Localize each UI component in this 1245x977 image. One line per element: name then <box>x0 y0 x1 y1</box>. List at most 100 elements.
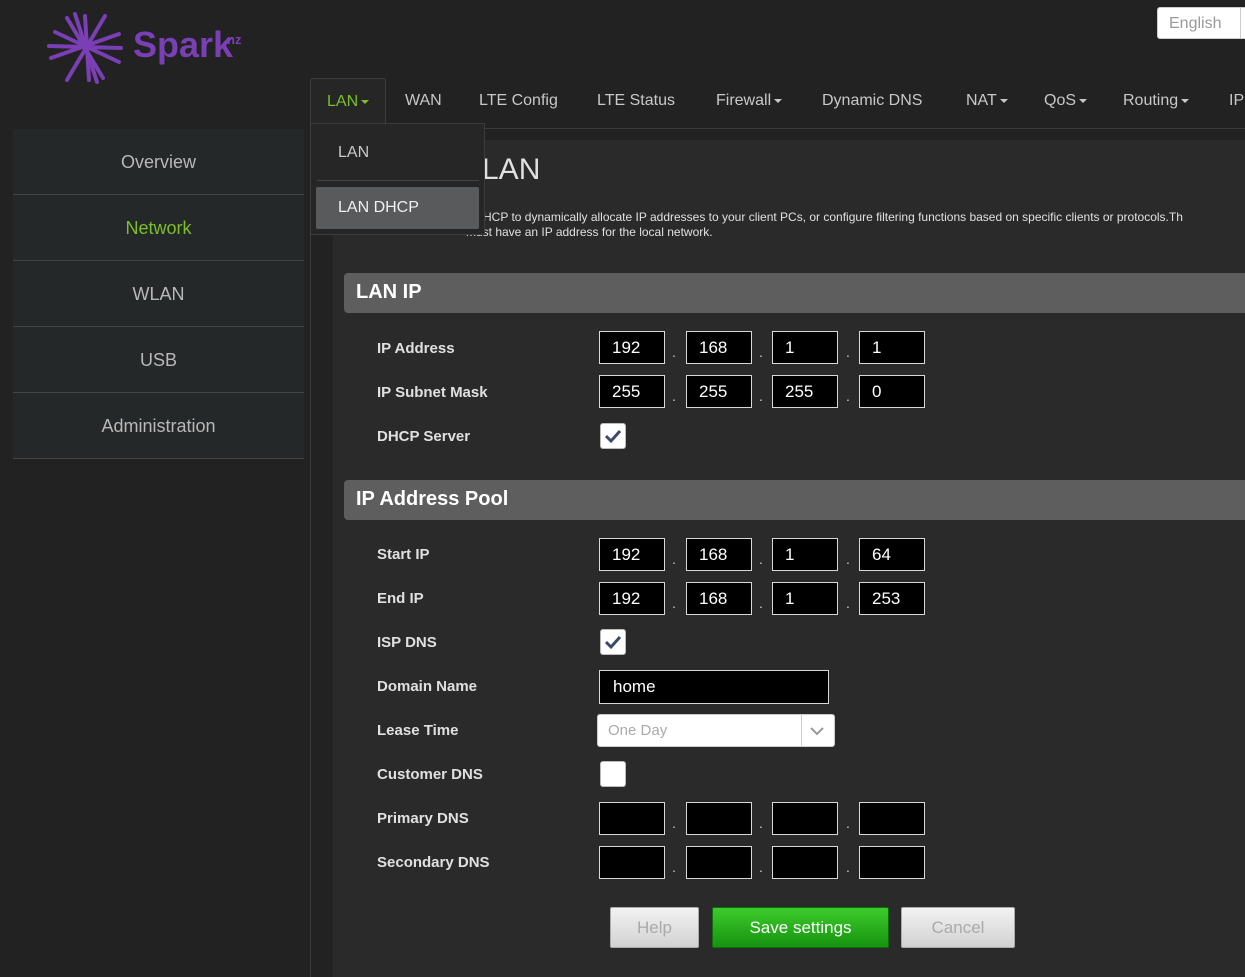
secondary-dns-octet-3[interactable] <box>772 846 838 879</box>
secondary-dns-octet-4[interactable] <box>859 846 925 879</box>
dropdown-item-lan-dhcp[interactable]: LAN DHCP <box>316 187 479 229</box>
dot-separator: . <box>846 595 850 611</box>
tab-ip[interactable]: IP <box>1229 78 1244 128</box>
customer-dns-checkbox[interactable] <box>600 761 626 787</box>
tab-nat[interactable]: NAT <box>966 78 1008 128</box>
primary-dns-octet-2[interactable] <box>686 802 752 835</box>
subnet-mask-octet-1[interactable]: 255 <box>599 375 665 408</box>
tab-lan[interactable]: LAN <box>310 78 387 129</box>
dot-separator: . <box>846 815 850 831</box>
end-ip-octet-2[interactable]: 168 <box>686 582 752 615</box>
domain-name-input[interactable]: home <box>599 670 829 704</box>
subnet-mask-octet-4[interactable]: 0 <box>859 375 925 408</box>
end-ip-octet-3[interactable]: 1 <box>772 582 838 615</box>
sidebar: Overview Network WLAN USB Administration <box>13 129 304 459</box>
dot-separator: . <box>759 859 763 875</box>
caret-down-icon <box>999 98 1008 103</box>
tab-lan-label: LAN <box>327 93 359 110</box>
dot-separator: . <box>672 388 676 404</box>
tab-routing[interactable]: Routing <box>1123 78 1190 128</box>
start-ip-octet-1[interactable]: 192 <box>599 538 665 571</box>
tab-wan-label: WAN <box>405 92 442 109</box>
tab-lte-config[interactable]: LTE Config <box>479 78 558 128</box>
tab-lte-status-label: LTE Status <box>597 92 675 109</box>
dropdown-item-lan[interactable]: LAN <box>338 144 369 162</box>
primary-dns-octet-4[interactable] <box>859 802 925 835</box>
dot-separator: . <box>846 388 850 404</box>
lan-dropdown-menu: LAN LAN DHCP <box>310 123 485 235</box>
brand-suffix: nz <box>227 32 242 47</box>
page-description: HCP to dynamically allocate IP addresses… <box>378 210 1245 240</box>
brand-name: Spark <box>133 24 234 65</box>
ip-address-octet-3[interactable]: 1 <box>772 331 838 364</box>
sidebar-item-network[interactable]: Network <box>13 195 304 261</box>
language-divider <box>1240 8 1241 38</box>
section-title: LAN IP <box>356 281 422 303</box>
sidebar-item-usb[interactable]: USB <box>13 327 304 393</box>
dot-separator: . <box>672 815 676 831</box>
tab-routing-label: Routing <box>1123 92 1179 109</box>
lease-time-select[interactable]: One Day <box>597 714 835 747</box>
tab-lte-config-label: LTE Config <box>479 92 558 109</box>
ip-address-octet-1[interactable]: 192 <box>599 331 665 364</box>
save-settings-button[interactable]: Save settings <box>712 907 889 948</box>
start-ip-octet-2[interactable]: 168 <box>686 538 752 571</box>
tab-firewall-label: Firewall <box>716 92 772 109</box>
dot-separator: . <box>846 551 850 567</box>
start-ip-octet-3[interactable]: 1 <box>772 538 838 571</box>
tab-wan[interactable]: WAN <box>405 78 442 128</box>
chevron-down-icon <box>810 727 824 736</box>
subnet-mask-label: IP Subnet Mask <box>377 384 488 401</box>
end-ip-octet-4[interactable]: 253 <box>859 582 925 615</box>
ip-address-label: IP Address <box>377 340 455 357</box>
lease-time-value: One Day <box>608 722 668 739</box>
end-ip-label: End IP <box>377 590 424 607</box>
primary-dns-label: Primary DNS <box>377 810 469 827</box>
sidebar-item-administration[interactable]: Administration <box>13 393 304 459</box>
dot-separator: . <box>759 595 763 611</box>
dot-separator: . <box>759 551 763 567</box>
help-button[interactable]: Help <box>610 907 699 948</box>
caret-down-icon <box>1181 98 1190 103</box>
caret-down-icon <box>1079 98 1088 103</box>
dot-separator: . <box>846 344 850 360</box>
caret-down-icon <box>361 99 370 104</box>
dropdown-item-label: LAN DHCP <box>338 199 419 216</box>
check-icon <box>604 429 622 444</box>
dhcp-server-checkbox[interactable] <box>600 423 626 449</box>
tab-qos[interactable]: QoS <box>1044 78 1088 128</box>
sidebar-item-overview[interactable]: Overview <box>13 129 304 195</box>
secondary-dns-octet-1[interactable] <box>599 846 665 879</box>
isp-dns-checkbox[interactable] <box>600 629 626 655</box>
cancel-button[interactable]: Cancel <box>901 907 1015 948</box>
language-select[interactable]: English <box>1157 7 1245 39</box>
dropdown-divider <box>317 180 479 181</box>
tab-qos-label: QoS <box>1044 92 1077 109</box>
language-value: English <box>1169 15 1222 32</box>
spark-logo: Spark nz <box>45 10 265 86</box>
tab-nat-label: NAT <box>966 92 997 109</box>
dot-separator: . <box>759 388 763 404</box>
sidebar-divider <box>310 128 311 977</box>
dot-separator: . <box>759 344 763 360</box>
section-lan-ip: LAN IP <box>344 273 1245 313</box>
start-ip-label: Start IP <box>377 546 430 563</box>
start-ip-octet-4[interactable]: 64 <box>859 538 925 571</box>
tab-dynamic-dns[interactable]: Dynamic DNS <box>822 78 922 128</box>
sidebar-item-wlan[interactable]: WLAN <box>13 261 304 327</box>
end-ip-octet-1[interactable]: 192 <box>599 582 665 615</box>
description-line-2: must have an IP address for the local ne… <box>466 225 713 239</box>
subnet-mask-octet-2[interactable]: 255 <box>686 375 752 408</box>
section-ip-address-pool: IP Address Pool <box>344 480 1245 520</box>
tab-ip-label: IP <box>1229 92 1245 109</box>
ip-address-octet-2[interactable]: 168 <box>686 331 752 364</box>
primary-dns-octet-1[interactable] <box>599 802 665 835</box>
tab-firewall[interactable]: Firewall <box>716 78 783 128</box>
tab-lte-status[interactable]: LTE Status <box>597 78 675 128</box>
primary-dns-octet-3[interactable] <box>772 802 838 835</box>
ip-address-octet-4[interactable]: 1 <box>859 331 925 364</box>
dot-separator: . <box>672 551 676 567</box>
dhcp-server-label: DHCP Server <box>377 428 471 445</box>
secondary-dns-octet-2[interactable] <box>686 846 752 879</box>
subnet-mask-octet-3[interactable]: 255 <box>772 375 838 408</box>
